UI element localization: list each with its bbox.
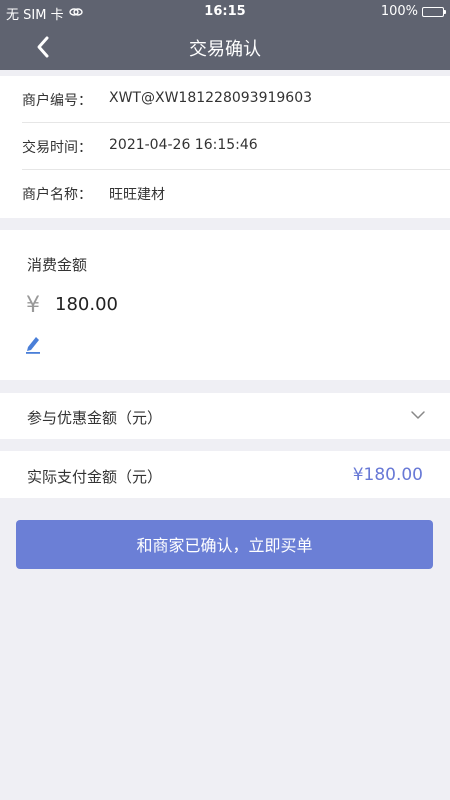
nav-bar: 交易确认 — [0, 24, 450, 70]
actual-payment-label: 实际支付金额（元） — [27, 468, 163, 486]
merchant-name-value: 旺旺建材 — [109, 187, 165, 203]
pencil-icon — [26, 337, 40, 354]
currency-symbol: ¥ — [26, 293, 40, 318]
merchant-id-value: XWT@XW181228093919603 — [109, 90, 313, 106]
merchant-id-row: 商户编号： XWT@XW181228093919603 — [0, 76, 450, 123]
merchant-id-label: 商户编号： — [22, 93, 92, 109]
confirm-pay-button[interactable]: 和商家已确认，立即买单 — [16, 520, 433, 569]
merchant-info-card: 商户编号： XWT@XW181228093919603 交易时间： 2021-0… — [0, 76, 450, 218]
discount-row[interactable]: 参与优惠金额（元） — [0, 393, 450, 439]
transaction-time-label: 交易时间： — [22, 140, 92, 156]
merchant-name-label: 商户名称： — [22, 187, 92, 203]
amount-value: 180.00 — [55, 294, 118, 315]
page-title: 交易确认 — [189, 39, 261, 60]
status-right: 100% — [380, 4, 446, 19]
transaction-time-row: 交易时间： 2021-04-26 16:15:46 — [0, 123, 450, 170]
battery-icon — [422, 6, 446, 17]
actual-payment-value: ¥180.00 — [352, 465, 423, 485]
transaction-time-value: 2021-04-26 16:15:46 — [109, 137, 258, 153]
actual-payment-row: 实际支付金额（元） ¥180.00 — [0, 451, 450, 498]
battery-percent: 100% — [380, 4, 418, 19]
chevron-down-icon — [410, 407, 426, 427]
merchant-name-row: 商户名称： 旺旺建材 — [0, 170, 450, 217]
discount-label: 参与优惠金额（元） — [27, 409, 163, 427]
edit-amount-button[interactable] — [24, 334, 42, 358]
status-bar: 无 SIM 卡 16:15 100% — [0, 0, 450, 24]
amount-title: 消费金额 — [27, 256, 88, 274]
